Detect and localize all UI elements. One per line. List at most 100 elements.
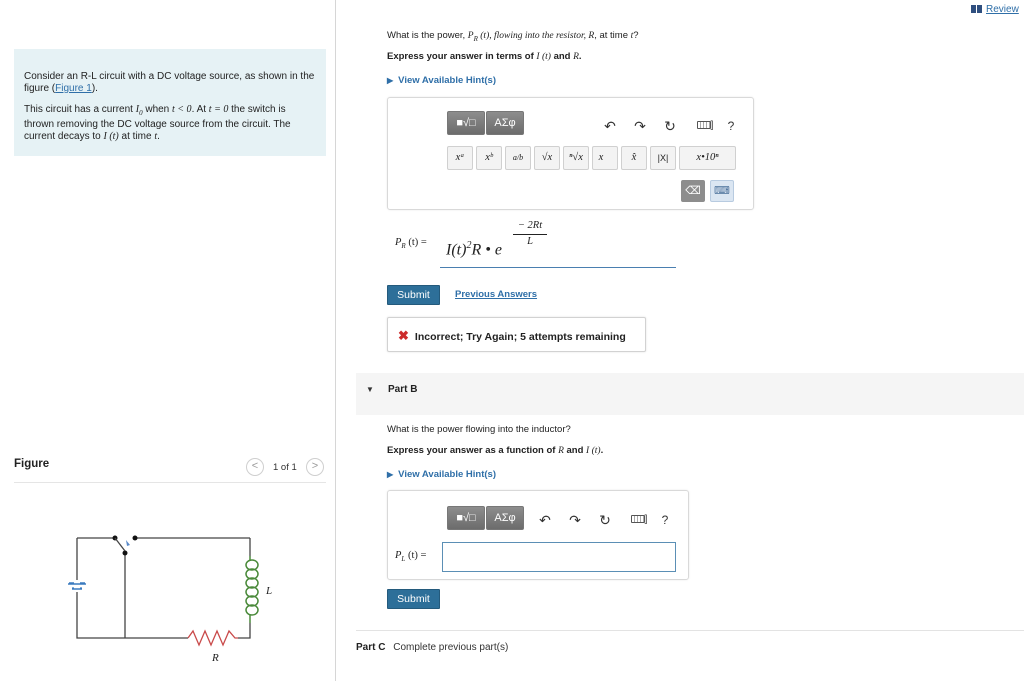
math-inline: I (t) (103, 131, 119, 142)
templates-button[interactable]: ■√□ (447, 111, 485, 135)
greek-symbols-button[interactable]: ΑΣφ (486, 111, 524, 135)
part-a-answer-field[interactable]: I(t)2R • e − 2Rt L (440, 218, 676, 268)
part-a-hint-toggle[interactable]: ▶ View Available Hint(s) (387, 75, 496, 86)
nth-root-button[interactable]: ⁿ√x (563, 146, 589, 170)
circuit-wires (76, 537, 251, 639)
problem-text: ). (91, 83, 98, 94)
hint-label: View Available Hint(s) (398, 469, 496, 480)
answer-label-text: (t) = (405, 237, 427, 248)
redo-icon[interactable]: ↷ (632, 116, 648, 136)
part-a-question: What is the power, PR (t), flowing into … (387, 30, 639, 43)
keyboard-suffix: ] (644, 514, 648, 525)
help-button[interactable]: ? (724, 116, 738, 136)
instruction-text: . (600, 445, 604, 456)
column-divider (335, 0, 336, 681)
collapse-triangle-icon[interactable]: ▼ (366, 385, 374, 394)
subscript-button[interactable]: xᵇ (476, 146, 502, 170)
problem-statement: Consider an R-L circuit with a DC voltag… (14, 49, 326, 156)
part-a-feedback: ✖ Incorrect; Try Again; 5 attempts remain… (387, 317, 646, 352)
figure-heading: Figure (14, 458, 50, 470)
inductor-label: L (265, 585, 272, 597)
undo-icon[interactable]: ↶ (602, 116, 618, 136)
superscript-button[interactable]: xᵃ (447, 146, 473, 170)
inductor-icon (245, 556, 259, 623)
unit-vector-button[interactable]: x̂ (621, 146, 647, 170)
battery-icon (68, 580, 86, 592)
help-button[interactable]: ? (658, 510, 672, 530)
problem-text: . At (191, 104, 209, 115)
keyboard-icon (696, 121, 711, 130)
part-b-answer-label: PL (t) = (395, 550, 426, 563)
rl-circuit-diagram: L R (68, 535, 272, 664)
part-c-row: Part C Complete previous part(s) (356, 642, 508, 653)
reset-icon[interactable]: ↻ (662, 116, 678, 136)
absolute-value-button[interactable]: |X| (650, 146, 676, 170)
question-text: What is the power, (387, 30, 468, 41)
resistor-label: R (211, 652, 219, 664)
part-b-hint-toggle[interactable]: ▶ View Available Hint(s) (387, 469, 496, 480)
keyboard-shortcuts-button[interactable]: ] (692, 116, 718, 136)
part-b-submit-button[interactable]: Submit (387, 589, 440, 609)
math-inline: I (t) (536, 52, 551, 62)
keyboard-shortcuts-button[interactable]: ] (626, 510, 652, 530)
problem-text: This circuit has a current (24, 104, 136, 115)
question-text: (t), flowing into the resistor, (477, 31, 589, 41)
expand-triangle-icon: ▶ (387, 76, 394, 85)
review-label: Review (986, 4, 1019, 15)
keyboard-toggle-button[interactable]: ⌨ (710, 180, 734, 202)
instruction-text: . (578, 51, 582, 62)
instruction-text: Express your answer as a function of (387, 445, 559, 456)
undo-icon[interactable]: ↶ (537, 510, 553, 530)
answer-label-text: (t) = (405, 550, 427, 561)
redo-icon[interactable]: ↷ (567, 510, 583, 530)
expand-triangle-icon: ▶ (387, 470, 394, 479)
problem-text: at time (118, 131, 155, 142)
math-i0: I0 (136, 104, 143, 117)
math-inline: t = 0 (208, 104, 229, 115)
part-a-submit-button[interactable]: Submit (387, 285, 440, 305)
figure-link[interactable]: Figure 1 (55, 83, 92, 94)
previous-answers-link[interactable]: Previous Answers (455, 289, 537, 300)
expr-middle: R • e (471, 241, 502, 259)
part-c-status: Complete previous part(s) (393, 642, 509, 653)
part-b-answer-field[interactable] (442, 542, 676, 572)
sqrt-button[interactable]: √x (534, 146, 560, 170)
vector-button[interactable]: x⃗ (592, 146, 618, 170)
switch-icon (112, 535, 138, 556)
instruction-text: and (550, 51, 574, 62)
keyboard-icon (630, 515, 645, 524)
math-inline: t < 0 (172, 104, 192, 115)
review-icon (971, 5, 982, 14)
figure-next-button[interactable]: > (306, 458, 324, 476)
reset-icon[interactable]: ↻ (597, 510, 613, 530)
part-c-divider (356, 630, 1024, 631)
part-b-question: What is the power flowing into the induc… (387, 424, 571, 435)
backspace-button[interactable]: ⌫ (681, 180, 705, 202)
expr-exp-numerator: − 2Rt (517, 220, 543, 231)
part-c-label: Part C (356, 642, 386, 653)
keyboard-suffix: ] (710, 120, 714, 131)
question-text: , at time (594, 30, 631, 41)
templates-button[interactable]: ■√□ (447, 506, 485, 530)
part-b-instruction: Express your answer as a function of R a… (387, 445, 603, 456)
instruction-text: Express your answer in terms of (387, 51, 537, 62)
figure-pager-count: 1 of 1 (273, 462, 297, 473)
fraction-button[interactable]: a/b (505, 146, 531, 170)
problem-paragraph-1: Consider an R-L circuit with a DC voltag… (24, 71, 316, 95)
greek-symbols-button[interactable]: ΑΣφ (486, 506, 524, 530)
incorrect-icon: ✖ (398, 328, 409, 343)
resistor-icon (187, 629, 238, 647)
part-b-header[interactable] (356, 373, 1024, 415)
problem-text: . (157, 131, 160, 142)
part-a-instruction: Express your answer in terms of I (t) an… (387, 51, 582, 62)
figure-divider (14, 482, 326, 483)
hint-label: View Available Hint(s) (398, 75, 496, 86)
expr-base: I(t) (446, 241, 467, 259)
part-a-answer-label: PR (t) = (395, 237, 427, 250)
math-inline: I (t) (586, 446, 601, 456)
review-link[interactable]: Review (971, 4, 1019, 15)
problem-text: when (142, 104, 173, 115)
scientific-notation-button[interactable]: x•10ⁿ (679, 146, 736, 170)
part-a-answer-expression: I(t)2R • e (446, 240, 502, 259)
figure-prev-button[interactable]: < (246, 458, 264, 476)
